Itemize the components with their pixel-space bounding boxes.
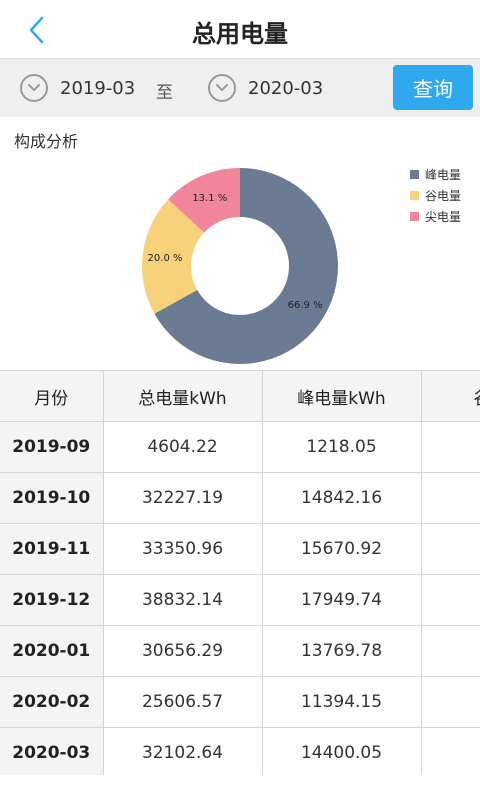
date-separator: 至	[156, 83, 173, 103]
month-cell: 2019-12	[0, 574, 104, 626]
table-row: 2019-1133350.9615670.9245	[0, 523, 480, 575]
chevron-down-icon	[208, 74, 236, 102]
table-row: 2019-1032227.1914842.1637	[0, 472, 480, 524]
legend-item: 尖电量	[410, 206, 461, 227]
value-cell: 13769.78	[262, 625, 422, 677]
value-cell: 15670.92	[262, 523, 422, 575]
value-cell: 14400.05	[262, 727, 422, 775]
chevron-down-icon	[20, 74, 48, 102]
table-row: 2019-1238832.1417949.7452	[0, 574, 480, 626]
legend-label: 峰电量	[425, 168, 462, 182]
slice-value-label: 13.1 %	[192, 193, 227, 204]
value-cell: 11394.15	[262, 676, 422, 728]
legend-swatch	[410, 191, 419, 200]
value-cell: 30656.29	[103, 625, 263, 677]
legend-swatch	[410, 170, 419, 179]
value-cell: 1218.05	[262, 421, 422, 473]
value-cell: 45	[421, 727, 480, 775]
slice-value-label: 20.0 %	[148, 253, 183, 264]
donut-chart: 66.9 % 20.0 % 13.1 %	[141, 168, 338, 364]
table-body: 2019-094604.221218.0542019-1032227.19148…	[0, 421, 480, 775]
value-cell: 4604.22	[103, 421, 263, 473]
table-row: 2020-0225606.5711394.1539	[0, 676, 480, 728]
start-date-value: 2019-03	[60, 77, 136, 99]
query-button[interactable]: 查询	[393, 65, 473, 110]
value-cell: 14842.16	[262, 472, 422, 524]
end-date-value: 2020-03	[248, 77, 324, 99]
column-header: 峰电量kWh	[262, 371, 422, 422]
column-header: 总电量kWh	[103, 371, 263, 422]
month-cell: 2019-10	[0, 472, 104, 524]
section-title: 构成分析	[14, 132, 79, 151]
legend-item: 谷电量	[410, 185, 461, 206]
end-date-picker[interactable]: 2020-03	[208, 73, 323, 103]
value-cell: 4	[421, 421, 480, 473]
slice-value-label: 66.9 %	[288, 300, 323, 311]
chart-legend: 峰电量 谷电量 尖电量	[410, 164, 461, 227]
month-cell: 2019-11	[0, 523, 104, 575]
legend-label: 谷电量	[425, 189, 462, 203]
column-header: 月份	[0, 371, 104, 422]
value-cell: 17949.74	[262, 574, 422, 626]
month-cell: 2020-03	[0, 727, 104, 775]
value-cell: 32102.64	[103, 727, 263, 775]
month-cell: 2019-09	[0, 421, 104, 473]
value-cell: 45	[421, 625, 480, 677]
app-header: 总用电量	[0, 0, 480, 59]
table-row: 2020-0130656.2913769.7845	[0, 625, 480, 677]
electricity-table: 月份总电量kWh峰电量kWh谷电 2019-094604.221218.0542…	[0, 371, 480, 775]
legend-item: 峰电量	[410, 164, 461, 185]
value-cell: 32227.19	[103, 472, 263, 524]
data-table-container[interactable]: 月份总电量kWh峰电量kWh谷电 2019-094604.221218.0542…	[0, 370, 480, 775]
month-cell: 2020-01	[0, 625, 104, 677]
page-title: 总用电量	[192, 20, 288, 48]
value-cell: 52	[421, 574, 480, 626]
column-header: 谷电	[421, 371, 480, 422]
value-cell: 45	[421, 523, 480, 575]
table-header-row: 月份总电量kWh峰电量kWh谷电	[0, 371, 480, 422]
table-row: 2020-0332102.6414400.0545	[0, 727, 480, 775]
value-cell: 33350.96	[103, 523, 263, 575]
table-row: 2019-094604.221218.054	[0, 421, 480, 473]
legend-swatch	[410, 212, 419, 221]
month-cell: 2020-02	[0, 676, 104, 728]
value-cell: 37	[421, 472, 480, 524]
legend-label: 尖电量	[425, 210, 462, 224]
value-cell: 25606.57	[103, 676, 263, 728]
value-cell: 39	[421, 676, 480, 728]
start-date-picker[interactable]: 2019-03	[20, 73, 135, 103]
value-cell: 38832.14	[103, 574, 263, 626]
